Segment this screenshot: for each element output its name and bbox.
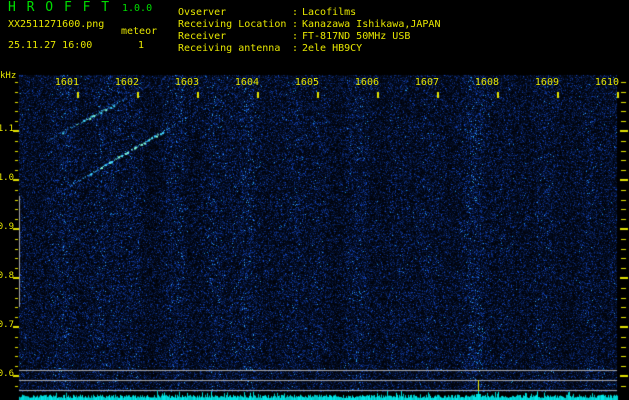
info-separator: : (292, 31, 299, 42)
time-tick-label: 1610 (594, 77, 619, 88)
freq-tick-label: 1.0 (0, 173, 14, 183)
mode-count-value: 1 (138, 40, 145, 51)
time-tick-label: 1606 (354, 77, 379, 88)
time-tick-label: 1608 (474, 77, 499, 88)
freq-tick-label: 0.8 (0, 271, 14, 281)
info-separator: : (292, 43, 299, 54)
hrofft-screen: H R O F F T 1.0.0 XX2511271600.png meteo… (0, 0, 629, 400)
app-version: 1.0.0 (122, 3, 153, 14)
app-title: H R O F F T (8, 0, 111, 15)
info-row: Receiving antenna:2ele HB9CY (178, 43, 440, 55)
info-separator: : (292, 19, 299, 30)
info-row: Ovserver: Lacofilms (178, 7, 440, 19)
info-label: Receiving Location (178, 19, 287, 30)
info-value: Lacofilms (302, 7, 357, 18)
time-tick-label: 1604 (234, 77, 259, 88)
info-value: Kanazawa Ishikawa,JAPAN (302, 19, 441, 30)
info-row: Receiving Location: Kanazawa Ishikawa,JAP… (178, 19, 440, 31)
spectrogram-canvas (0, 0, 629, 400)
info-value: FT-817ND 50MHz USB (302, 31, 411, 42)
freq-tick-label: 0.6 (0, 369, 14, 379)
time-tick-label: 1607 (414, 77, 439, 88)
time-tick-label: 1609 (534, 77, 559, 88)
info-value: 2ele HB9CY (302, 43, 363, 54)
observation-info: Ovserver: Lacofilms Receiving Location: Kan… (178, 7, 440, 55)
info-label: Receiver (178, 31, 227, 42)
info-label: Ovserver (178, 7, 227, 18)
time-tick-label: 1605 (294, 77, 319, 88)
info-row: Receiver: FT-817ND 50MHz USB (178, 31, 440, 43)
info-separator: : (292, 7, 299, 18)
capture-filename: XX2511271600.png (8, 19, 105, 30)
time-tick-label: 1601 (54, 77, 79, 88)
info-label: Receiving antenna (178, 43, 281, 54)
freq-tick-label: 1.1 (0, 124, 14, 134)
freq-axis-unit: kHz (0, 71, 17, 81)
mode-label: meteor (121, 26, 158, 37)
freq-tick-label: 0.9 (0, 222, 14, 232)
capture-datetime: 25.11.27 16:00 (8, 40, 93, 51)
time-tick-label: 1602 (114, 77, 139, 88)
freq-tick-label: 0.7 (0, 320, 14, 330)
time-tick-label: 1603 (174, 77, 199, 88)
